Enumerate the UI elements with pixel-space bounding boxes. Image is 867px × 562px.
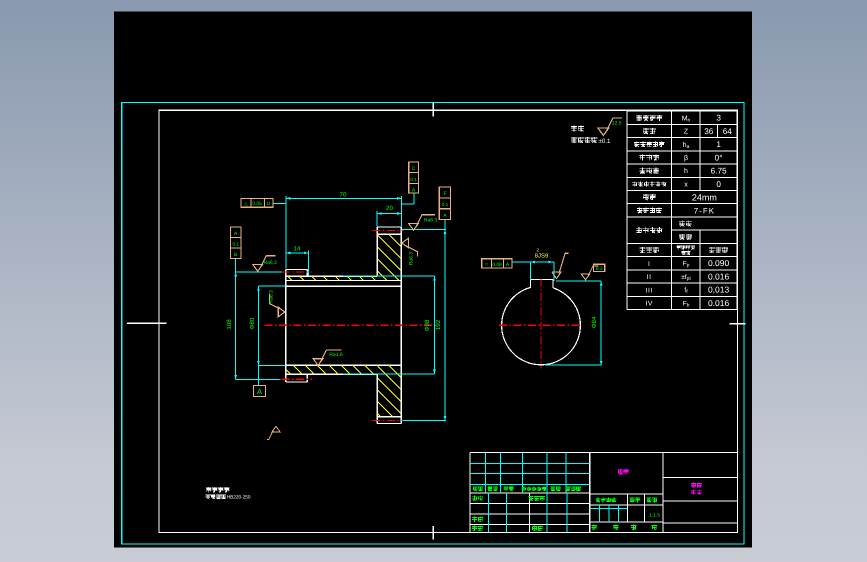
svg-text:F: F [443,191,446,197]
svg-text:1:1.5: 1:1.5 [649,513,660,519]
svg-text:0.090: 0.090 [708,258,730,268]
svg-text:β: β [684,154,688,162]
svg-text:7-FK: 7-FK [694,206,715,215]
svg-text:108: 108 [226,319,233,330]
svg-text:x: x [684,181,688,188]
svg-text:0.1: 0.1 [233,241,240,246]
svg-text:±0.1: ±0.1 [599,138,612,145]
svg-text:3: 3 [716,114,721,123]
svg-text:0.08: 0.08 [492,262,502,268]
svg-text:Φ98: Φ98 [424,319,431,331]
svg-text:Z: Z [684,129,689,136]
svg-text:24mm: 24mm [692,192,717,202]
svg-text:Fp: Fp [683,261,690,269]
svg-text:20: 20 [386,205,393,212]
svg-text:0.05: 0.05 [252,201,262,207]
svg-text:II: II [647,274,652,281]
svg-text:Ra1.6: Ra1.6 [329,352,343,358]
svg-text:Fb: Fb [683,300,690,308]
svg-text:36: 36 [704,127,714,136]
svg-text:I: I [648,261,650,268]
svg-text:A: A [257,387,262,396]
svg-text:64: 64 [723,127,733,136]
svg-text:△: △ [244,201,248,206]
svg-text:Ra6.3: Ra6.3 [264,260,278,266]
svg-text:HB220-250: HB220-250 [227,495,251,500]
svg-text:0.016: 0.016 [708,298,730,308]
svg-text:192: 192 [435,319,442,330]
svg-text:12.5: 12.5 [612,121,622,127]
svg-text:6.75: 6.75 [711,167,727,176]
svg-text:14: 14 [294,246,301,253]
svg-text:6.3: 6.3 [596,266,603,272]
svg-text:Φ80: Φ80 [249,317,256,329]
svg-text:D: D [267,201,271,207]
svg-text:70: 70 [340,191,347,198]
svg-text:0.1: 0.1 [410,177,417,182]
svg-text:1: 1 [716,140,721,149]
svg-text:Ra6.3: Ra6.3 [268,290,274,304]
svg-text:Mn: Mn [682,115,691,123]
svg-text:C: C [412,166,416,172]
svg-text:Ra6.3: Ra6.3 [409,252,415,266]
svg-text:0,013: 0,013 [708,285,730,295]
svg-text:=: = [485,262,488,268]
svg-text:±fpt: ±fpt [681,274,691,282]
svg-text:0°: 0° [715,153,723,162]
svg-text:III: III [646,287,653,294]
svg-text:h: h [684,167,688,175]
svg-text:0.016: 0.016 [708,271,730,281]
svg-text:8JS9: 8JS9 [535,253,549,260]
svg-text:0.1: 0.1 [442,202,449,207]
svg-text:IV: IV [645,301,652,308]
svg-text:Φ84: Φ84 [591,316,598,328]
svg-text:Ra6.3: Ra6.3 [424,217,438,223]
svg-text:0: 0 [716,180,721,189]
